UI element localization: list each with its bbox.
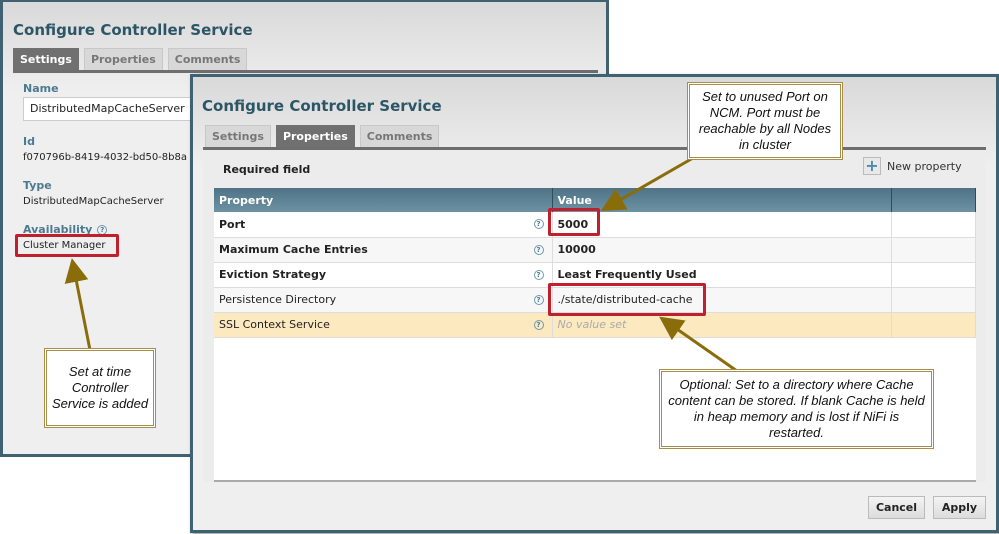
property-name: Persistence Directory? xyxy=(214,287,553,313)
name-input[interactable]: DistributedMapCacheServer xyxy=(23,97,198,121)
plus-icon: + xyxy=(863,157,881,175)
type-value: DistributedMapCacheServer xyxy=(23,196,164,207)
property-name: Maximum Cache Entries? xyxy=(214,237,553,263)
property-actions xyxy=(891,312,976,338)
availability-highlight xyxy=(15,234,119,257)
property-actions xyxy=(891,262,976,288)
help-icon[interactable]: ? xyxy=(533,294,544,305)
help-icon[interactable]: ? xyxy=(533,219,544,229)
property-name: Port? xyxy=(214,212,553,238)
port-callout: Set to unused Port on NCM. Port must be … xyxy=(687,82,843,160)
column-header-value[interactable]: Value xyxy=(552,188,892,212)
help-icon[interactable]: ? xyxy=(533,244,544,255)
column-header-actions xyxy=(891,188,976,212)
tab-comments[interactable]: Comments xyxy=(167,48,248,70)
dialog-title: Configure Controller Service xyxy=(13,21,253,39)
property-name: Eviction Strategy? xyxy=(214,262,553,288)
tab-settings[interactable]: Settings xyxy=(13,48,79,70)
table-row[interactable]: Maximum Cache Entries? 10000 xyxy=(214,237,976,263)
help-icon[interactable]: ? xyxy=(533,269,544,280)
cancel-button[interactable]: Cancel xyxy=(868,496,925,519)
property-actions xyxy=(891,212,976,238)
tab-settings[interactable]: Settings xyxy=(205,125,271,147)
property-actions xyxy=(891,237,976,263)
apply-button[interactable]: Apply xyxy=(933,496,986,519)
property-value[interactable]: 10000 xyxy=(552,237,892,263)
required-field-label: Required field xyxy=(223,163,311,176)
tab-properties[interactable]: Properties xyxy=(275,125,355,147)
persistence-highlight xyxy=(548,283,706,316)
name-label: Name xyxy=(23,82,59,95)
tab-comments[interactable]: Comments xyxy=(359,125,440,147)
property-actions xyxy=(891,287,976,313)
persistence-callout: Optional: Set to a directory where Cache… xyxy=(659,369,934,449)
property-name: SSL Context Service? xyxy=(214,312,553,338)
column-header-property[interactable]: Property xyxy=(214,188,553,212)
new-property-label: New property xyxy=(887,159,962,173)
id-label: Id xyxy=(23,135,35,148)
type-label: Type xyxy=(23,179,52,192)
tab-divider xyxy=(13,70,598,73)
port-highlight xyxy=(548,208,600,236)
dialog-title: Configure Controller Service xyxy=(202,97,442,115)
id-value: f070796b-8419-4032-bd50-8b8a xyxy=(23,152,187,163)
tab-properties[interactable]: Properties xyxy=(83,48,163,70)
help-icon[interactable]: ? xyxy=(533,319,544,330)
new-property-button[interactable]: + New property xyxy=(863,157,962,175)
property-value[interactable]: 5000 xyxy=(552,212,892,238)
availability-callout: Set at time Controller Service is added xyxy=(44,348,156,428)
